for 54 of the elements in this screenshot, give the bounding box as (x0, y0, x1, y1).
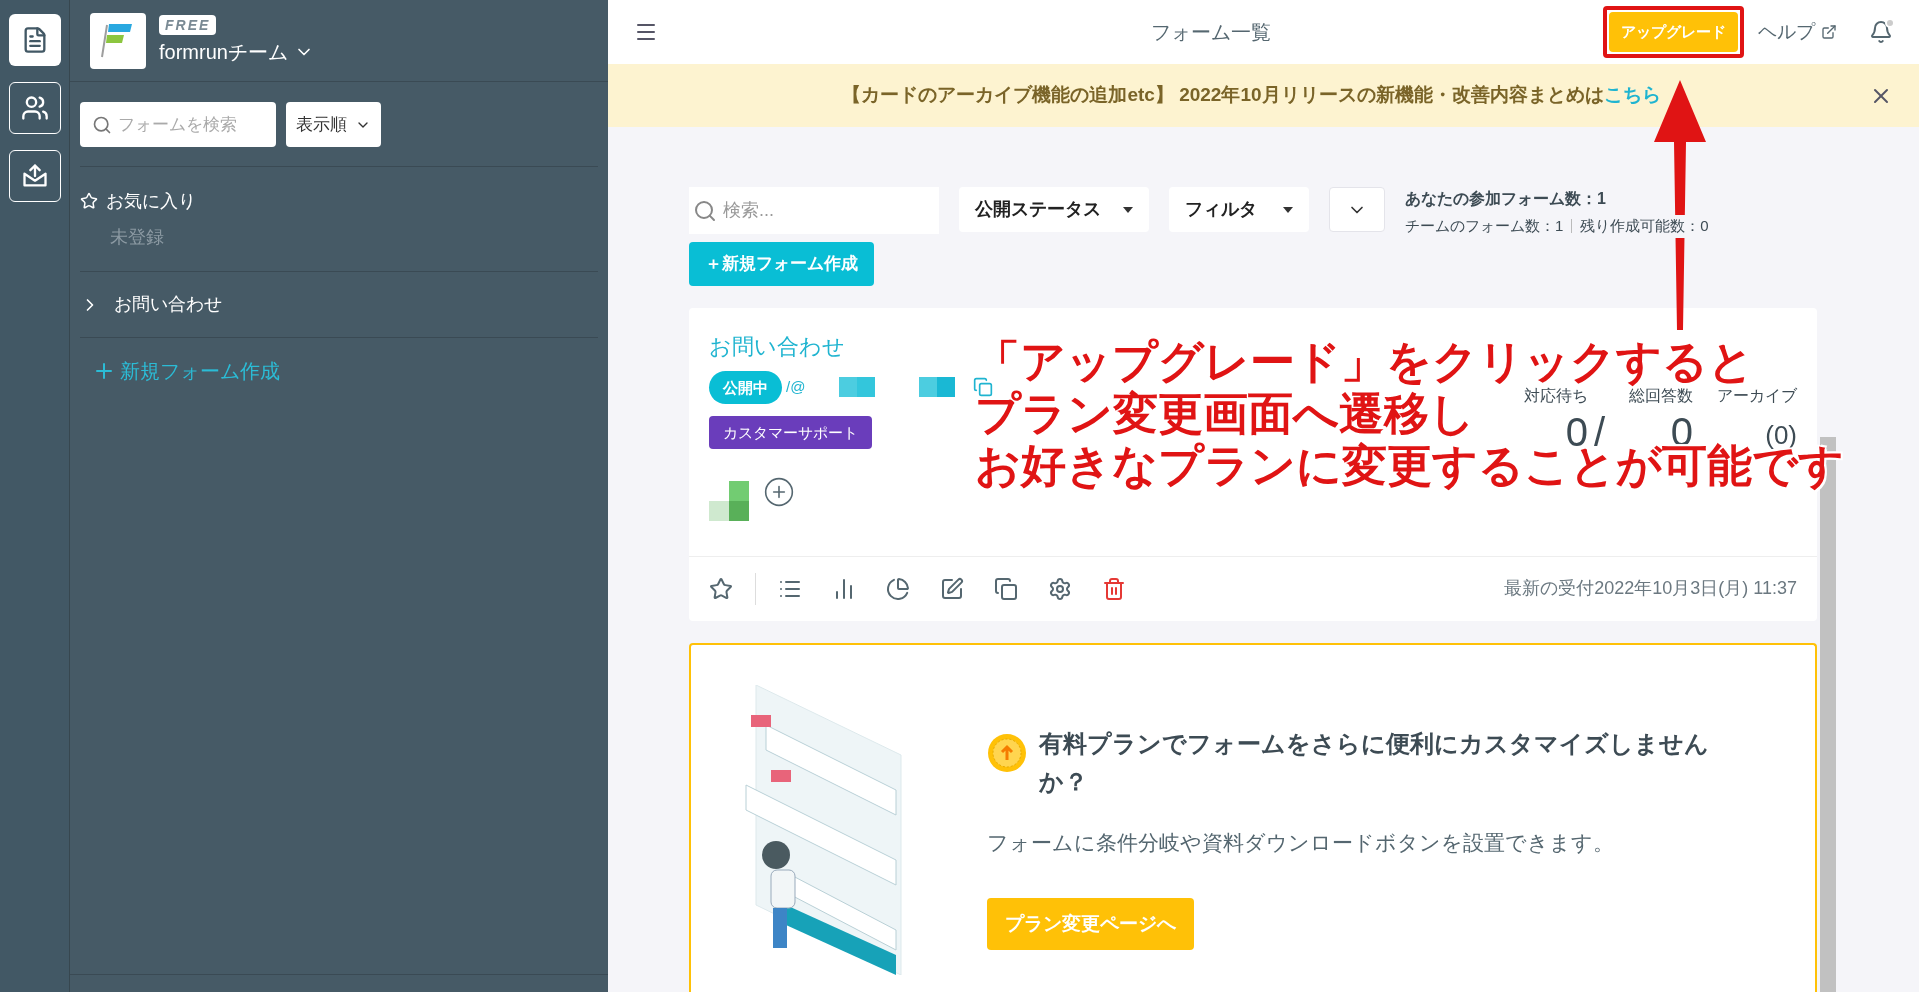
last-received: 最新の受付2022年10月3日(月) 11:37 (1504, 577, 1797, 600)
stat-separator: / (1593, 408, 1605, 454)
team-switcher[interactable]: formrunチーム (159, 36, 314, 67)
stat-value: (0) (1765, 418, 1797, 450)
add-member-icon[interactable] (763, 475, 795, 508)
help-link[interactable]: ヘルプ (1758, 17, 1837, 47)
stat-label: 対応待ち (1523, 385, 1588, 406)
external-link-icon (1821, 24, 1837, 40)
plan-badge: FREE (159, 14, 217, 35)
pie-chart-icon[interactable] (886, 576, 910, 601)
upgrade-coin-icon (987, 732, 1027, 773)
people-icon (20, 94, 49, 122)
trash-icon[interactable] (1102, 576, 1126, 601)
logo-icon (90, 12, 146, 69)
search-input[interactable]: 検索... (723, 197, 923, 224)
sort-button[interactable]: 表示順 (286, 102, 381, 147)
avatar-icon (709, 480, 749, 521)
rail-button[interactable] (8, 82, 61, 134)
section-title: お気に入り (106, 189, 196, 213)
caret-icon (1283, 206, 1293, 213)
search-field[interactable]: フォームを検索 (80, 102, 276, 147)
caret-icon (1123, 206, 1133, 213)
duplicate-icon[interactable] (994, 576, 1018, 601)
group-item[interactable]: お問い合わせ (80, 272, 598, 338)
empty-text: 未登録 (109, 226, 164, 249)
promo-description: フォームに条件分岐や資料ダウンロードボタンを設置できます。 (987, 829, 1614, 856)
rail-button[interactable] (8, 150, 61, 202)
favorite-icon[interactable] (709, 576, 733, 601)
annotation-text: プラン変更画面へ遷移し (975, 388, 1475, 440)
status-badge: 公開中 (709, 370, 782, 404)
stat-label: 総回答数 (1629, 386, 1693, 406)
remaining-count: 残り作成可能数：0 (1580, 215, 1709, 238)
search-icon (693, 198, 717, 223)
annotation-text: 「アップグレード」をクリックすると (975, 336, 1754, 387)
banner-text: 【カードのアーカイブ機能の追加etc】 2022年10月リリースの新機能・改善内容まとめはこちら (842, 84, 1661, 106)
status-dropdown[interactable]: 公開ステータス (959, 187, 1149, 232)
url-prefix: /@ (786, 376, 806, 397)
promo-title: 有料プランでフォームをさらに便利にカスタマイズしませんか？ (1039, 728, 1710, 797)
edit-icon[interactable] (940, 576, 964, 601)
settings-icon[interactable] (1048, 576, 1072, 601)
filter-dropdown[interactable]: フィルタ (1169, 187, 1309, 232)
search-icon (92, 114, 112, 135)
tag: カスタマーサポート (709, 415, 872, 449)
search-field[interactable]: 検索... (689, 187, 939, 234)
tray-upload-icon (20, 162, 49, 190)
joined-count: あなたの参加フォーム数：1 (1405, 189, 1607, 210)
search-input[interactable]: フォームを検索 (118, 111, 258, 138)
bell-icon[interactable] (1869, 20, 1893, 44)
stat-label: アーカイブ (1717, 385, 1797, 406)
team-count: チームのフォーム数：1 (1405, 216, 1564, 236)
new-form-link[interactable]: 新規フォーム作成 (92, 356, 280, 386)
star-icon (80, 192, 98, 210)
page-title: フォーム一覧 (1149, 20, 1272, 45)
rail-button[interactable] (8, 14, 61, 66)
